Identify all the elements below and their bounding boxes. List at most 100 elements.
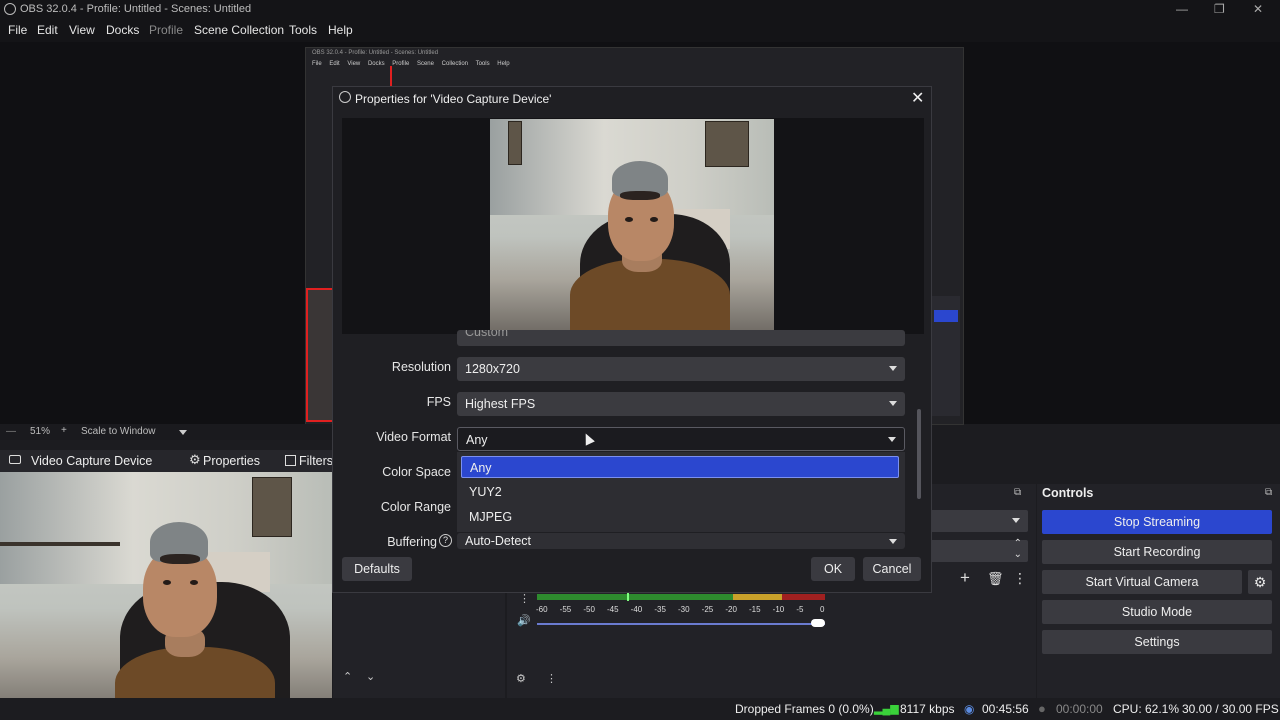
zoom-in-button[interactable]: +	[61, 425, 67, 436]
filters-button[interactable]: Filters	[299, 454, 333, 468]
resolution-label: Resolution	[391, 360, 451, 374]
record-icon: ●	[1038, 701, 1046, 716]
ok-button[interactable]: OK	[811, 557, 855, 581]
record-time: 00:00:00	[1056, 702, 1103, 716]
mixer-tick-label: -45	[607, 605, 619, 614]
webcam-preview-left	[0, 472, 332, 720]
cpu-usage: CPU: 62.1%	[1113, 702, 1180, 716]
mixer-more-icon[interactable]: ⋮	[546, 672, 557, 685]
color-space-label: Color Space	[382, 465, 451, 479]
nested-side-panel	[932, 296, 960, 416]
source-toolbar: Video Capture Device ⚙ Properties Filter…	[0, 450, 333, 472]
chevron-down-icon	[888, 437, 896, 442]
option-mjpeg[interactable]: MJPEG	[461, 506, 899, 528]
move-down-icon[interactable]: ⌄	[366, 670, 375, 683]
start-virtual-camera-button[interactable]: Start Virtual Camera	[1042, 570, 1242, 594]
controls-panel: Controls ⧉ Stop Streaming Start Recordin…	[1037, 484, 1280, 698]
stream-icon: ◉	[964, 702, 975, 716]
mixer-tick-label: -25	[701, 605, 714, 614]
virtual-camera-settings-gear-icon[interactable]: ⚙	[1248, 570, 1272, 594]
defaults-button[interactable]: Defaults	[342, 557, 412, 581]
mixer-menu-icon[interactable]: ⋮	[519, 592, 530, 605]
mixer-tick-label: -10	[772, 605, 785, 614]
help-icon[interactable]: ?	[439, 534, 452, 547]
volume-slider-track[interactable]	[537, 623, 825, 625]
menu-profile[interactable]: Profile	[149, 23, 183, 37]
start-recording-button[interactable]: Start Recording	[1042, 540, 1272, 564]
fps-label: FPS	[426, 395, 451, 409]
menu-bar: File Edit View Docks Profile Scene Colle…	[0, 20, 1280, 42]
scenes-panel: ⌃ ⌄	[333, 590, 505, 698]
menu-scene-collection[interactable]: Scene Collection	[194, 23, 284, 37]
menu-view[interactable]: View	[69, 23, 95, 37]
mixer-tick-label: -60	[536, 605, 548, 614]
dock-float-icon[interactable]: ⧉	[1265, 487, 1272, 498]
mixer-tick-label: -30	[678, 605, 690, 614]
chevron-down-icon[interactable]	[179, 430, 187, 435]
dialog-title: Properties for 'Video Capture Device'	[355, 92, 552, 106]
mixer-settings-icon[interactable]: ⚙	[516, 672, 526, 685]
add-transition-icon[interactable]: +	[960, 568, 970, 588]
dock-float-icon[interactable]: ⧉	[1014, 487, 1021, 498]
filters-icon[interactable]	[285, 455, 296, 466]
speaker-icon[interactable]: 🔊	[517, 614, 531, 627]
gear-icon[interactable]: ⚙	[189, 452, 201, 468]
menu-docks[interactable]: Docks	[106, 23, 139, 37]
status-bar: Dropped Frames 0 (0.0%) ▂▄▆ 8117 kbps ◉ …	[0, 698, 1280, 720]
webcam-preview-dialog	[490, 119, 774, 333]
menu-file[interactable]: File	[8, 23, 27, 37]
video-format-dropdown: Any YUY2 MJPEG	[457, 452, 905, 532]
stop-streaming-button[interactable]: Stop Streaming	[1042, 510, 1272, 534]
chevron-down-icon	[889, 366, 897, 371]
mixer-tick-label: -40	[630, 605, 643, 614]
stream-time: 00:45:56	[982, 702, 1029, 716]
title-bar: OBS 32.0.4 - Profile: Untitled - Scenes:…	[0, 0, 1280, 20]
resolution-select[interactable]: 1280x720	[457, 357, 905, 381]
zoom-level: 51%	[30, 426, 51, 437]
buffering-select[interactable]: Auto-Detect	[457, 533, 905, 549]
dialog-scrollbar[interactable]	[917, 409, 921, 499]
dropped-frames: Dropped Frames 0 (0.0%)	[735, 702, 874, 716]
minimize-button[interactable]: —	[1176, 2, 1188, 16]
mixer-tick-label: -20	[725, 605, 737, 614]
fps-select[interactable]: Highest FPS	[457, 392, 905, 416]
option-any[interactable]: Any	[461, 456, 899, 478]
cancel-button[interactable]: Cancel	[863, 557, 921, 581]
move-up-icon[interactable]: ⌃	[343, 670, 352, 683]
scale-mode-select[interactable]: Scale to Window	[81, 426, 155, 437]
nested-red-marker	[390, 66, 392, 86]
transition-more-icon[interactable]: ⋮	[1013, 570, 1027, 587]
color-range-label: Color Range	[380, 500, 451, 514]
mixer-tick-label: -5	[796, 605, 804, 614]
settings-button[interactable]: Settings	[1042, 630, 1272, 654]
bitrate: 8117 kbps	[900, 702, 955, 716]
properties-button[interactable]: Properties	[203, 454, 260, 468]
fps-readout: 30.00 / 30.00 FPS	[1182, 702, 1279, 716]
nested-menu: File Edit View Docks Profile Scene Colle…	[312, 61, 510, 67]
menu-help[interactable]: Help	[328, 23, 353, 37]
chevron-down-icon	[889, 539, 897, 544]
option-yuy2[interactable]: YUY2	[461, 481, 899, 503]
mixer-tick-label: 0	[820, 605, 825, 614]
zoom-bar: — 51% + Scale to Window	[0, 424, 332, 440]
mixer-tick-label: -15	[749, 605, 761, 614]
menu-edit[interactable]: Edit	[37, 23, 58, 37]
close-icon[interactable]: ✕	[911, 88, 924, 108]
maximize-button[interactable]: ❐	[1214, 2, 1225, 16]
trash-icon[interactable]: 🗑	[987, 571, 1004, 587]
camera-icon	[9, 455, 21, 464]
signal-icon: ▂▄▆	[874, 703, 899, 715]
preset-select[interactable]: Custom	[457, 330, 905, 346]
menu-tools[interactable]: Tools	[289, 23, 317, 37]
video-format-select[interactable]: Any	[457, 427, 905, 451]
obs-logo-icon	[339, 91, 351, 103]
volume-meter	[537, 594, 825, 600]
volume-slider-thumb[interactable]	[811, 619, 825, 627]
obs-logo-icon	[4, 3, 16, 15]
nested-title: OBS 32.0.4 - Profile: Untitled - Scenes:…	[312, 50, 439, 56]
studio-mode-button[interactable]: Studio Mode	[1042, 600, 1272, 624]
source-name: Video Capture Device	[31, 454, 153, 468]
close-window-button[interactable]: ✕	[1253, 2, 1263, 16]
buffering-label: Buffering	[387, 535, 437, 549]
properties-dialog: Properties for 'Video Capture Device' ✕ …	[332, 86, 932, 593]
